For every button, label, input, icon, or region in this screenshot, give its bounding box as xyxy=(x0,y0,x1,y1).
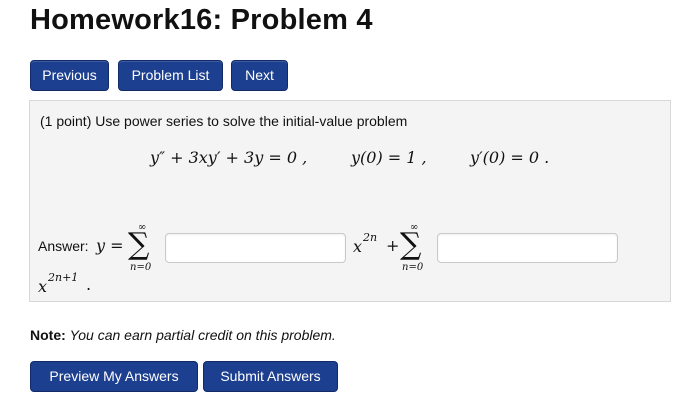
sum1-sigma-icon: ∑ xyxy=(128,227,150,262)
preview-answers-button[interactable]: Preview My Answers xyxy=(30,361,198,392)
note-text: You can earn partial credit on this prob… xyxy=(69,327,336,343)
plus-sign: + xyxy=(386,236,400,255)
answer-coefficient-even-input[interactable] xyxy=(165,233,346,263)
term1-exponent: 2n xyxy=(363,231,378,244)
sum2-lower-limit: n=0 xyxy=(402,262,424,273)
problem-prompt: (1 point) Use power series to solve the … xyxy=(40,113,408,129)
term1-base: x xyxy=(353,237,363,256)
answer-coefficient-odd-input[interactable] xyxy=(437,233,618,263)
sum1-lower-limit: n=0 xyxy=(130,262,152,273)
answer-period: . xyxy=(86,275,92,294)
note-label: Note: xyxy=(30,327,66,343)
problem-panel: (1 point) Use power series to solve the … xyxy=(29,100,671,302)
previous-button[interactable]: Previous xyxy=(30,60,109,91)
answer-lhs: y = xyxy=(96,236,124,255)
submit-answers-button[interactable]: Submit Answers xyxy=(203,361,338,392)
next-button[interactable]: Next xyxy=(231,60,288,91)
answer-label: Answer: xyxy=(38,238,89,254)
problem-list-button[interactable]: Problem List xyxy=(118,60,223,91)
initial-condition-y: y(0) = 1 , xyxy=(351,148,427,167)
initial-condition-yprime: y′(0) = 0 . xyxy=(470,148,550,167)
page-title: Homework16: Problem 4 xyxy=(30,4,373,36)
differential-equation: y″ + 3xy′ + 3y = 0 , xyxy=(150,148,308,167)
sum2-sigma-icon: ∑ xyxy=(400,227,422,262)
partial-credit-note: Note: You can earn partial credit on thi… xyxy=(30,327,336,343)
term2-base: x xyxy=(38,277,48,296)
term2-exponent: 2n+1 xyxy=(48,271,79,284)
